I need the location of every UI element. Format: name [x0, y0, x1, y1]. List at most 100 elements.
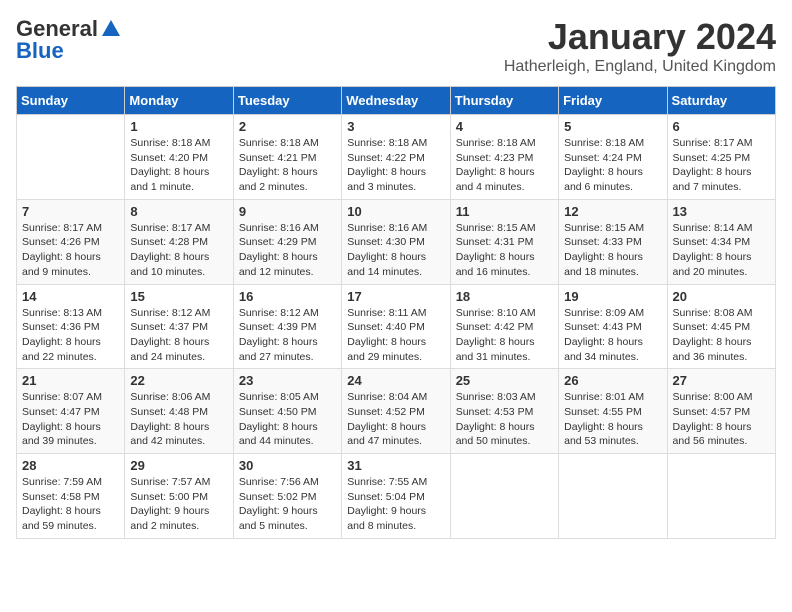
day-number: 23: [239, 373, 336, 388]
day-number: 7: [22, 204, 119, 219]
cell-content: Sunrise: 8:07 AMSunset: 4:47 PMDaylight:…: [22, 390, 119, 449]
day-number: 12: [564, 204, 661, 219]
calendar-cell: 31 Sunrise: 7:55 AMSunset: 5:04 PMDayligh…: [342, 454, 450, 539]
cell-content: Sunrise: 8:11 AMSunset: 4:40 PMDaylight:…: [347, 306, 444, 365]
calendar-week-row: 28Sunrise: 7:59 AMSunset: 4:58 PMDayligh…: [17, 454, 776, 539]
cell-content: Sunrise: 8:15 AMSunset: 4:33 PMDaylight:…: [564, 221, 661, 280]
cell-content: Sunrise: 8:17 AMSunset: 4:28 PMDaylight:…: [130, 221, 227, 280]
calendar-cell: 30 Sunrise: 7:56 AMSunset: 5:02 PMDayligh…: [233, 454, 341, 539]
cell-content: Sunrise: 8:03 AMSunset: 4:53 PMDaylight:…: [456, 390, 553, 449]
calendar-cell: 26 Sunrise: 8:01 AMSunset: 4:55 PMDayligh…: [559, 369, 667, 454]
calendar-cell: 11 Sunrise: 8:15 AMSunset: 4:31 PMDayligh…: [450, 199, 558, 284]
cell-content: Sunrise: 8:15 AMSunset: 4:31 PMDaylight:…: [456, 221, 553, 280]
weekday-header-row: SundayMondayTuesdayWednesdayThursdayFrid…: [17, 87, 776, 115]
weekday-header-wednesday: Wednesday: [342, 87, 450, 115]
cell-content: Sunrise: 8:16 AMSunset: 4:29 PMDaylight:…: [239, 221, 336, 280]
calendar-cell: 19 Sunrise: 8:09 AMSunset: 4:43 PMDayligh…: [559, 284, 667, 369]
calendar-cell: 24Sunrise: 8:04 AMSunset: 4:52 PMDayligh…: [342, 369, 450, 454]
calendar-cell: 4Sunrise: 8:18 AMSunset: 4:23 PMDaylight…: [450, 115, 558, 200]
calendar-cell: 21 Sunrise: 8:07 AMSunset: 4:47 PMDayligh…: [17, 369, 125, 454]
cell-content: Sunrise: 8:04 AMSunset: 4:52 PMDaylight:…: [347, 390, 444, 449]
day-number: 21: [22, 373, 119, 388]
day-number: 16: [239, 289, 336, 304]
calendar-week-row: 1 Sunrise: 8:18 AMSunset: 4:20 PMDaylight…: [17, 115, 776, 200]
weekday-header-friday: Friday: [559, 87, 667, 115]
cell-content: Sunrise: 7:56 AMSunset: 5:02 PMDaylight:…: [239, 475, 336, 534]
calendar-cell: 25 Sunrise: 8:03 AMSunset: 4:53 PMDayligh…: [450, 369, 558, 454]
calendar-cell: [559, 454, 667, 539]
day-number: 11: [456, 204, 553, 219]
day-number: 26: [564, 373, 661, 388]
calendar-cell: 29Sunrise: 7:57 AMSunset: 5:00 PMDayligh…: [125, 454, 233, 539]
day-number: 31: [347, 458, 444, 473]
cell-content: Sunrise: 8:00 AMSunset: 4:57 PMDaylight:…: [673, 390, 770, 449]
calendar-table: SundayMondayTuesdayWednesdayThursdayFrid…: [16, 86, 776, 539]
day-number: 13: [673, 204, 770, 219]
calendar-header: SundayMondayTuesdayWednesdayThursdayFrid…: [17, 87, 776, 115]
calendar-cell: 7Sunrise: 8:17 AMSunset: 4:26 PMDaylight…: [17, 199, 125, 284]
calendar-cell: 16 Sunrise: 8:12 AMSunset: 4:39 PMDayligh…: [233, 284, 341, 369]
day-number: 27: [673, 373, 770, 388]
day-number: 2: [239, 119, 336, 134]
calendar-cell: [17, 115, 125, 200]
calendar-cell: [667, 454, 775, 539]
calendar-cell: 22Sunrise: 8:06 AMSunset: 4:48 PMDayligh…: [125, 369, 233, 454]
calendar-cell: 18 Sunrise: 8:10 AMSunset: 4:42 PMDayligh…: [450, 284, 558, 369]
cell-content: Sunrise: 8:18 AMSunset: 4:22 PMDaylight:…: [347, 136, 444, 195]
cell-content: Sunrise: 8:08 AMSunset: 4:45 PMDaylight:…: [673, 306, 770, 365]
day-number: 14: [22, 289, 119, 304]
weekday-header-saturday: Saturday: [667, 87, 775, 115]
day-number: 3: [347, 119, 444, 134]
calendar-cell: 28Sunrise: 7:59 AMSunset: 4:58 PMDayligh…: [17, 454, 125, 539]
cell-content: Sunrise: 8:09 AMSunset: 4:43 PMDaylight:…: [564, 306, 661, 365]
calendar-cell: 20Sunrise: 8:08 AMSunset: 4:45 PMDayligh…: [667, 284, 775, 369]
cell-content: Sunrise: 8:18 AMSunset: 4:24 PMDaylight:…: [564, 136, 661, 195]
cell-content: Sunrise: 8:13 AMSunset: 4:36 PMDaylight:…: [22, 306, 119, 365]
day-number: 15: [130, 289, 227, 304]
calendar-cell: 12 Sunrise: 8:15 AMSunset: 4:33 PMDayligh…: [559, 199, 667, 284]
calendar-cell: 6Sunrise: 8:17 AMSunset: 4:25 PMDaylight…: [667, 115, 775, 200]
calendar-cell: 3 Sunrise: 8:18 AMSunset: 4:22 PMDaylight…: [342, 115, 450, 200]
calendar-cell: 5 Sunrise: 8:18 AMSunset: 4:24 PMDaylight…: [559, 115, 667, 200]
day-number: 9: [239, 204, 336, 219]
calendar-cell: 17Sunrise: 8:11 AMSunset: 4:40 PMDayligh…: [342, 284, 450, 369]
cell-content: Sunrise: 8:16 AMSunset: 4:30 PMDaylight:…: [347, 221, 444, 280]
weekday-header-sunday: Sunday: [17, 87, 125, 115]
calendar-body: 1 Sunrise: 8:18 AMSunset: 4:20 PMDaylight…: [17, 115, 776, 539]
day-number: 10: [347, 204, 444, 219]
calendar-cell: 2 Sunrise: 8:18 AMSunset: 4:21 PMDaylight…: [233, 115, 341, 200]
cell-content: Sunrise: 8:14 AMSunset: 4:34 PMDaylight:…: [673, 221, 770, 280]
day-number: 30: [239, 458, 336, 473]
cell-content: Sunrise: 8:05 AMSunset: 4:50 PMDaylight:…: [239, 390, 336, 449]
calendar-cell: 23 Sunrise: 8:05 AMSunset: 4:50 PMDayligh…: [233, 369, 341, 454]
cell-content: Sunrise: 8:10 AMSunset: 4:42 PMDaylight:…: [456, 306, 553, 365]
day-number: 18: [456, 289, 553, 304]
logo: General Blue: [16, 16, 122, 64]
cell-content: Sunrise: 8:18 AMSunset: 4:20 PMDaylight:…: [130, 136, 227, 195]
calendar-cell: [450, 454, 558, 539]
calendar-cell: 1 Sunrise: 8:18 AMSunset: 4:20 PMDaylight…: [125, 115, 233, 200]
cell-content: Sunrise: 7:57 AMSunset: 5:00 PMDaylight:…: [130, 475, 227, 534]
day-number: 4: [456, 119, 553, 134]
calendar-week-row: 14 Sunrise: 8:13 AMSunset: 4:36 PMDayligh…: [17, 284, 776, 369]
day-number: 19: [564, 289, 661, 304]
calendar-cell: 27 Sunrise: 8:00 AMSunset: 4:57 PMDayligh…: [667, 369, 775, 454]
cell-content: Sunrise: 8:12 AMSunset: 4:37 PMDaylight:…: [130, 306, 227, 365]
day-number: 25: [456, 373, 553, 388]
day-number: 1: [130, 119, 227, 134]
location-text: Hatherleigh, England, United Kingdom: [504, 58, 776, 76]
cell-content: Sunrise: 8:01 AMSunset: 4:55 PMDaylight:…: [564, 390, 661, 449]
weekday-header-tuesday: Tuesday: [233, 87, 341, 115]
calendar-cell: 14 Sunrise: 8:13 AMSunset: 4:36 PMDayligh…: [17, 284, 125, 369]
day-number: 28: [22, 458, 119, 473]
cell-content: Sunrise: 8:18 AMSunset: 4:21 PMDaylight:…: [239, 136, 336, 195]
cell-content: Sunrise: 8:12 AMSunset: 4:39 PMDaylight:…: [239, 306, 336, 365]
month-title: January 2024: [504, 16, 776, 58]
cell-content: Sunrise: 7:55 AMSunset: 5:04 PMDaylight:…: [347, 475, 444, 534]
weekday-header-thursday: Thursday: [450, 87, 558, 115]
day-number: 22: [130, 373, 227, 388]
calendar-cell: 13 Sunrise: 8:14 AMSunset: 4:34 PMDayligh…: [667, 199, 775, 284]
title-block: January 2024 Hatherleigh, England, Unite…: [504, 16, 776, 76]
calendar-cell: 9 Sunrise: 8:16 AMSunset: 4:29 PMDaylight…: [233, 199, 341, 284]
day-number: 5: [564, 119, 661, 134]
